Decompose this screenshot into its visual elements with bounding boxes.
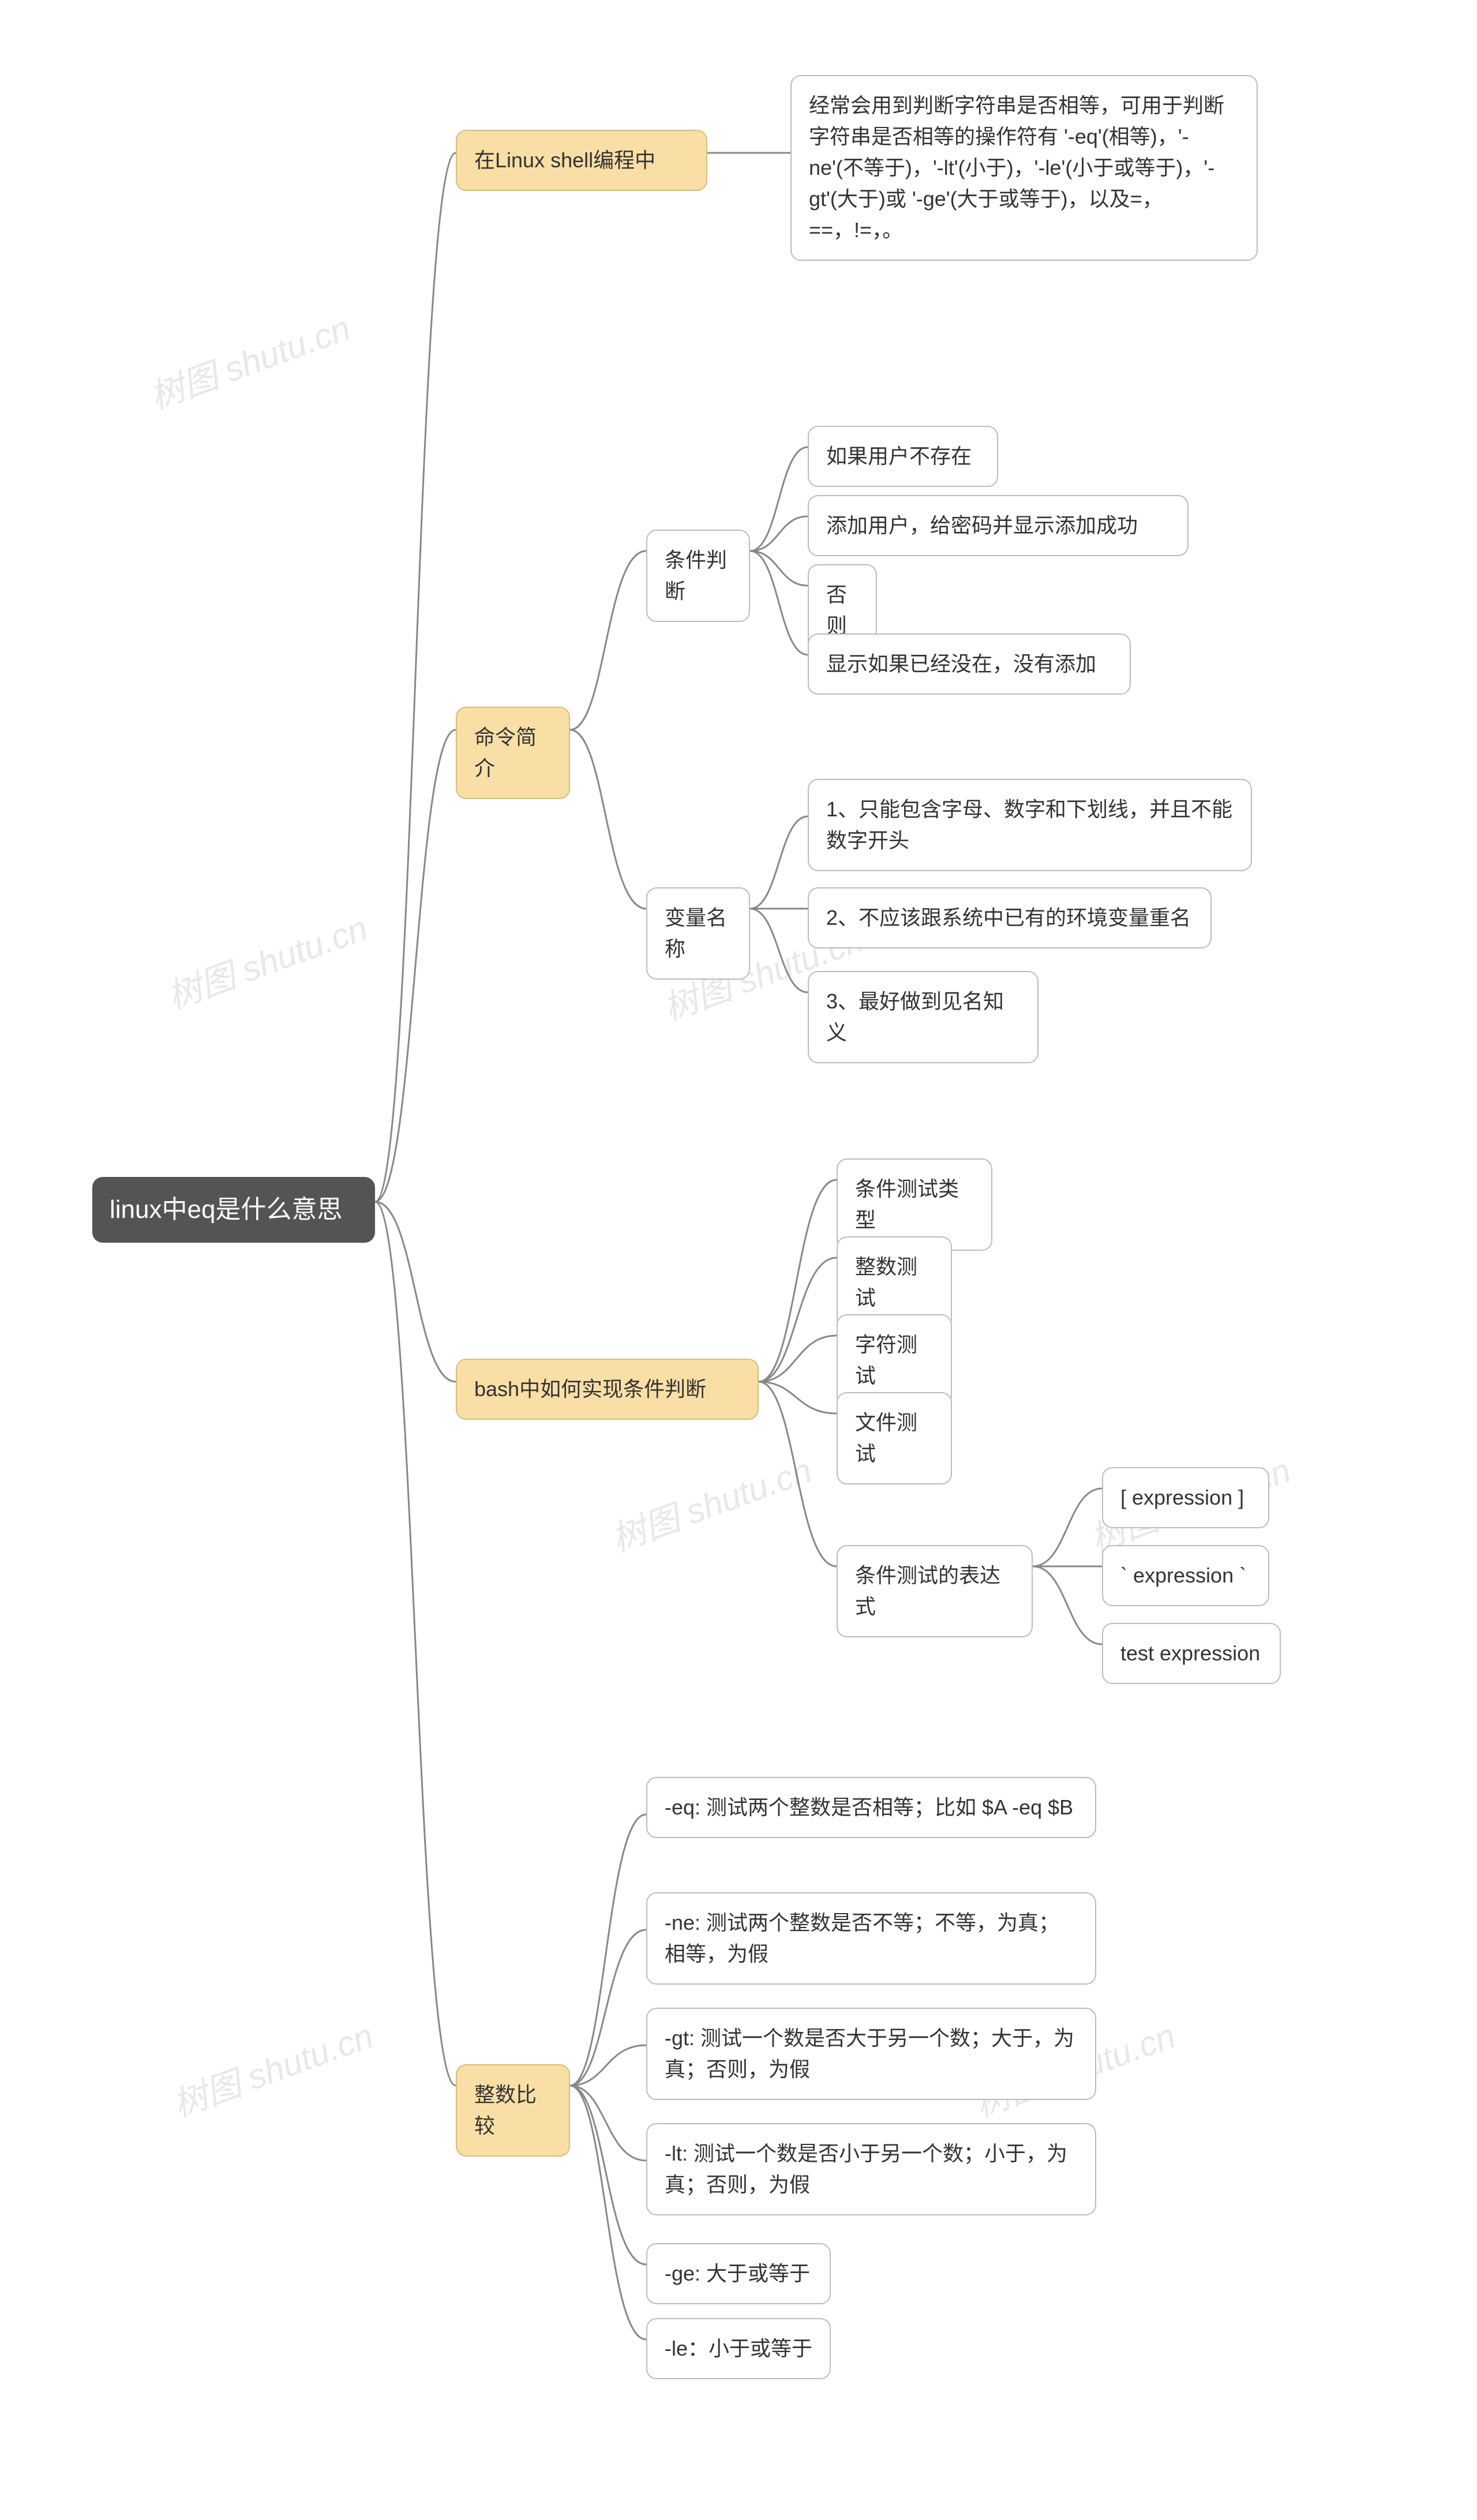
branch-command-intro: 命令简介 <box>456 707 570 799</box>
leaf-lt: -lt: 测试一个数是否小于另一个数；小于，为真；否则，为假 <box>646 2123 1096 2215</box>
leaf-add-user: 添加用户，给密码并显示添加成功 <box>808 495 1189 556</box>
branch-linux-shell: 在Linux shell编程中 <box>456 130 707 191</box>
leaf-rule2: 2、不应该跟系统中已有的环境变量重名 <box>808 887 1212 948</box>
leaf-expr2: ` expression ` <box>1102 1545 1269 1606</box>
node-variable-name: 变量名称 <box>646 887 750 980</box>
watermark: 树图 shutu.cn <box>142 300 356 419</box>
leaf-rule1: 1、只能包含字母、数字和下划线，并且不能数字开头 <box>808 779 1252 871</box>
leaf-file-test: 文件测试 <box>837 1392 952 1484</box>
node-condition-judgment: 条件判断 <box>646 530 750 622</box>
leaf-ge: -ge: 大于或等于 <box>646 2243 831 2304</box>
node-expression: 条件测试的表达式 <box>837 1545 1033 1637</box>
leaf-b1-desc: 经常会用到判断字符串是否相等，可用于判断字符串是否相等的操作符有 '-eq'(相… <box>790 75 1258 261</box>
watermark: 树图 shutu.cn <box>603 1442 818 1561</box>
leaf-rule3: 3、最好做到见名知义 <box>808 971 1039 1063</box>
leaf-eq: -eq: 测试两个整数是否相等；比如 $A -eq $B <box>646 1777 1096 1838</box>
leaf-user-not-exist: 如果用户不存在 <box>808 426 998 487</box>
leaf-le: -le：小于或等于 <box>646 2318 831 2379</box>
leaf-not-added: 显示如果已经没在，没有添加 <box>808 633 1131 695</box>
root-node: linux中eq是什么意思 <box>92 1177 375 1243</box>
leaf-ne: -ne: 测试两个整数是否不等；不等，为真；相等，为假 <box>646 1892 1096 1985</box>
branch-bash-condition: bash中如何实现条件判断 <box>456 1359 759 1420</box>
leaf-expr1: [ expression ] <box>1102 1467 1269 1528</box>
watermark: 树图 shutu.cn <box>165 2008 379 2127</box>
branch-int-compare: 整数比较 <box>456 2064 570 2157</box>
leaf-gt: -gt: 测试一个数是否大于另一个数；大于，为真；否则，为假 <box>646 2008 1096 2100</box>
leaf-expr3: test expression <box>1102 1623 1281 1684</box>
watermark: 树图 shutu.cn <box>159 900 373 1019</box>
